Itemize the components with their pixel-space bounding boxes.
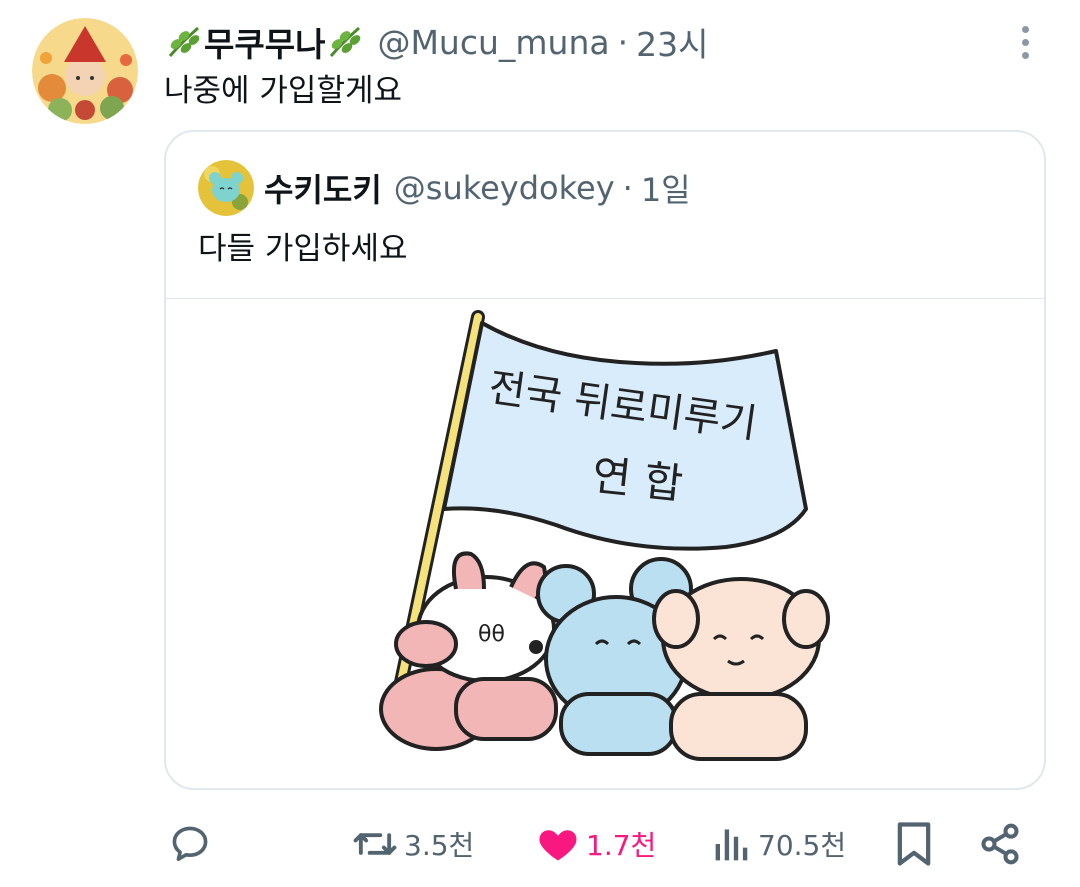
views-icon — [715, 829, 748, 861]
quoted-handle: @sukeydokey — [393, 169, 615, 207]
like-count: 1.7천 — [586, 829, 657, 862]
action-bar: 3.5천 1.7천 70.5천 — [164, 812, 1044, 876]
retweet-icon — [353, 833, 397, 855]
like-button[interactable]: 1.7천 — [536, 812, 656, 876]
views-button[interactable]: 70.5천 — [712, 812, 846, 876]
quoted-timestamp: 1일 — [640, 171, 691, 209]
quoted-text: 다들 가입하세요 — [198, 231, 408, 267]
quoted-image[interactable]: 전국 뒤로미루기 연 합 θθ — [166, 299, 1044, 788]
views-count: 70.5천 — [758, 829, 847, 862]
retweet-count: 3.5천 — [404, 829, 475, 862]
heart-icon — [539, 830, 577, 861]
tweet: 무쿠무나 @Mucu_muna · 23시 나중에 가입할게요 수키도키 @su… — [0, 0, 1080, 887]
timestamp[interactable]: 23시 — [636, 18, 708, 66]
quoted-avatar[interactable] — [198, 160, 254, 216]
handle[interactable]: @Mucu_muna — [377, 23, 609, 62]
reply-icon — [172, 826, 208, 862]
tweet-header: 무쿠무나 @Mucu_muna · 23시 — [164, 18, 708, 66]
bookmark-button[interactable] — [894, 812, 934, 876]
retweet-button[interactable]: 3.5천 — [352, 812, 474, 876]
quoted-header: 수키도키 @sukeydokey · 1일 — [264, 164, 691, 212]
separator-dot: · — [622, 169, 633, 207]
leaf-icon — [168, 26, 200, 57]
reply-button[interactable] — [168, 812, 218, 876]
leaf-icon — [330, 26, 361, 57]
display-name-text: 무쿠무나 — [204, 25, 326, 64]
flag-text-line2: 연 합 — [590, 450, 685, 508]
display-name[interactable]: 무쿠무나 — [164, 18, 365, 66]
more-vertical-icon[interactable] — [1010, 22, 1040, 62]
quoted-tweet[interactable]: 수키도키 @sukeydokey · 1일 다들 가입하세요 전국 뒤로미루기 … — [164, 130, 1046, 790]
share-button[interactable] — [978, 812, 1022, 876]
tweet-text: 나중에 가입할게요 — [164, 73, 403, 109]
bookmark-icon — [897, 822, 931, 866]
quoted-display-name[interactable]: 수키도키 — [264, 165, 382, 211]
share-icon — [981, 823, 1019, 865]
avatar[interactable] — [32, 18, 138, 124]
svg-text:θθ: θθ — [478, 622, 505, 647]
separator-dot: · — [617, 22, 629, 62]
